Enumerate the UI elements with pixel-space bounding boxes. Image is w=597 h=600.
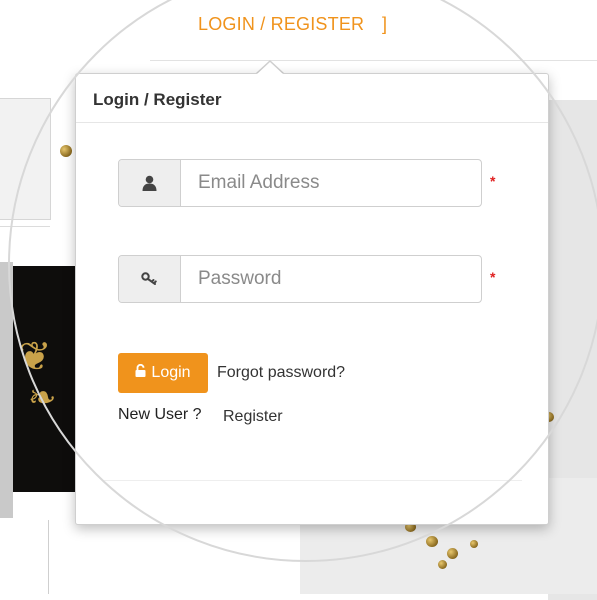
email-input-group (118, 159, 482, 207)
glitter-dot (470, 540, 478, 548)
dropdown-footer-divider (102, 480, 522, 481)
glitter-dot (426, 536, 438, 547)
password-required-mark: * (490, 269, 496, 285)
nav-divider (150, 60, 597, 61)
email-field[interactable] (181, 160, 477, 206)
ornament-swirl: ❦ (18, 334, 52, 380)
dropdown-title: Login / Register (93, 90, 222, 109)
lock-icon (135, 363, 146, 382)
new-user-text: New User ? (118, 406, 202, 423)
nav-bracket: ] (382, 14, 388, 34)
user-icon (119, 160, 181, 206)
login-button[interactable]: Login (118, 353, 208, 393)
password-input-group (118, 255, 482, 303)
glitter-dot (438, 560, 447, 569)
register-link[interactable]: Register (223, 408, 283, 426)
login-dropdown: Login / Register * * Login Forgot passwo… (75, 73, 549, 525)
login-register-nav-link[interactable]: LOGIN / REGISTER (198, 14, 364, 35)
login-button-label: Login (151, 364, 191, 381)
background-divider (0, 226, 50, 227)
key-icon (119, 256, 181, 302)
background-gray-strip (0, 262, 13, 518)
dropdown-header: Login / Register (76, 74, 548, 123)
background-sidebar-panel (0, 98, 51, 220)
email-required-mark: * (490, 173, 496, 189)
dropdown-caret-fill (257, 62, 283, 74)
password-field[interactable] (181, 256, 477, 302)
background-divider (48, 520, 49, 594)
glitter-dot (447, 548, 458, 559)
glitter-dot (60, 145, 72, 157)
forgot-password-link[interactable]: Forgot password? (217, 364, 345, 382)
ornament-swirl: ❧ (28, 378, 57, 418)
